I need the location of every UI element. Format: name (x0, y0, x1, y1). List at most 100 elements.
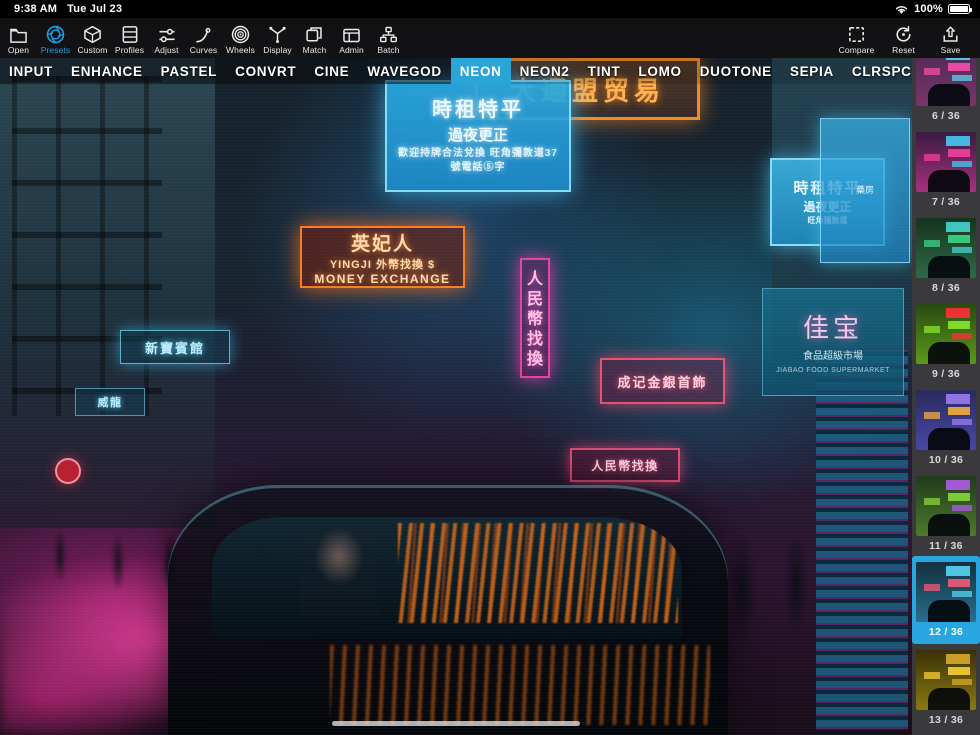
curve-icon (194, 24, 214, 44)
preset-tab-cine[interactable]: CINE (305, 58, 358, 84)
preset-tab-neon2[interactable]: NEON2 (511, 58, 579, 84)
filmstrip-thumbnail[interactable] (916, 476, 976, 536)
toolbar-label-adjust: Adjust (154, 46, 178, 55)
toolbar-label-profiles: Profiles (115, 46, 144, 55)
filmstrip-thumbnail[interactable] (916, 562, 976, 622)
toolbar-label-custom: Custom (78, 46, 108, 55)
toolbar-label-open: Open (8, 46, 29, 55)
filmstrip-thumbnail[interactable] (916, 58, 976, 106)
color-wheel-icon (231, 24, 250, 44)
preset-tab-clrspc[interactable]: CLRSPC (843, 58, 921, 84)
aperture-icon (46, 24, 65, 44)
preset-tab-bar: INPUTENHANCEPASTELCONVRTCINEWAVEGODNEONN… (0, 58, 912, 84)
toolbar-label-batch: Batch (377, 46, 399, 55)
battery-icon (948, 4, 970, 14)
toolbar-button-open[interactable]: Open (0, 22, 37, 55)
filmstrip-item[interactable]: 12 / 36 (912, 556, 980, 644)
toolbar-label-presets: Presets (41, 46, 71, 55)
status-time: 9:38 AM (14, 3, 57, 15)
toolbar-button-adjust[interactable]: Adjust (148, 22, 185, 55)
panel-layout-icon (342, 24, 361, 44)
filmstrip-thumbnail[interactable] (916, 390, 976, 450)
toolbar-label-admin: Admin (339, 46, 364, 55)
preset-tab-duotone[interactable]: DUOTONE (691, 58, 781, 84)
photo-grain-overlay (0, 58, 912, 735)
toolbar-label-save: Save (941, 46, 961, 55)
thumbnail-preview (916, 304, 976, 364)
status-bar-right: 100% (894, 3, 980, 15)
toolbar-button-curves[interactable]: Curves (185, 22, 222, 55)
reset-circle-icon (894, 24, 913, 44)
main-toolbar: Open Presets Custom Profiles (0, 18, 980, 58)
toolbar-button-custom[interactable]: Custom (74, 22, 111, 55)
toolbar-button-display[interactable]: Display (259, 22, 296, 55)
preset-tab-input[interactable]: INPUT (0, 58, 62, 84)
toolbar-button-save[interactable]: Save (927, 22, 974, 55)
status-date: Tue Jul 23 (67, 3, 122, 15)
filmstrip-item[interactable]: 11 / 36 (912, 470, 980, 556)
filmstrip-item[interactable]: 13 / 36 (912, 644, 980, 730)
thumbnail-preview (916, 132, 976, 192)
toolbar-left-group: Open Presets Custom Profiles (0, 22, 407, 55)
toolbar-label-reset: Reset (892, 46, 915, 55)
toolbar-label-wheels: Wheels (226, 46, 255, 55)
preset-filmstrip[interactable]: 6 / 36 7 / 368 / 36 9 / 36 10 / 3611 / 3612… (912, 58, 980, 735)
cube-icon (83, 24, 102, 44)
filmstrip-item[interactable]: 9 / 36 (912, 298, 980, 384)
filmstrip-thumbnail[interactable] (916, 218, 976, 278)
copy-shapes-icon (305, 24, 324, 44)
preset-tab-convrt[interactable]: CONVRT (226, 58, 305, 84)
thumbnail-preview (916, 58, 976, 106)
toolbar-label-match: Match (303, 46, 327, 55)
preset-tab-lomo[interactable]: LOMO (629, 58, 690, 84)
status-bar-left: 9:38 AM Tue Jul 23 (0, 3, 122, 15)
filmstrip-item[interactable]: 14 / 36 (912, 730, 980, 735)
filmstrip-item[interactable]: 8 / 36 (912, 212, 980, 298)
image-preview-canvas[interactable]: 大通盟贸易 時租特平 過夜更正 歡迎持牌合法兌換 旺角彌敦道37號電話⑤字 英妃… (0, 58, 912, 735)
sliders-icon (157, 24, 177, 44)
filmstrip-item[interactable]: 10 / 36 (912, 384, 980, 470)
filmstrip-counter-label: 10 / 36 (916, 450, 976, 470)
filmstrip-thumbnail[interactable] (916, 304, 976, 364)
filmstrip-thumbnail[interactable] (916, 650, 976, 710)
toolbar-right-group: Compare Reset Save (833, 22, 980, 55)
filmstrip-counter-label: 7 / 36 (916, 192, 976, 212)
toolbar-button-wheels[interactable]: Wheels (222, 22, 259, 55)
filmstrip-counter-label: 6 / 36 (916, 106, 976, 126)
edited-photo: 大通盟贸易 時租特平 過夜更正 歡迎持牌合法兌換 旺角彌敦道37號電話⑤字 英妃… (0, 58, 912, 735)
layers-list-icon (121, 24, 139, 44)
axes-icon (268, 24, 287, 44)
folder-icon (9, 24, 28, 44)
home-indicator[interactable] (332, 721, 580, 726)
preset-tab-sepia[interactable]: SEPIA (781, 58, 843, 84)
thumbnail-preview (916, 650, 976, 710)
toolbar-button-batch[interactable]: Batch (370, 22, 407, 55)
preset-tab-wavegod[interactable]: WAVEGOD (358, 58, 450, 84)
thumbnail-preview (916, 390, 976, 450)
toolbar-button-presets[interactable]: Presets (37, 22, 74, 55)
thumbnail-preview (916, 218, 976, 278)
toolbar-button-admin[interactable]: Admin (333, 22, 370, 55)
toolbar-label-curves: Curves (190, 46, 218, 55)
toolbar-button-compare[interactable]: Compare (833, 22, 880, 55)
status-bar: 9:38 AM Tue Jul 23 100% (0, 0, 980, 18)
filmstrip-item[interactable]: 7 / 36 (912, 126, 980, 212)
thumbnail-preview (916, 476, 976, 536)
filmstrip-item[interactable]: 6 / 36 (912, 58, 980, 126)
filmstrip-counter-label: 13 / 36 (916, 710, 976, 730)
filmstrip-thumbnail[interactable] (916, 132, 976, 192)
toolbar-button-reset[interactable]: Reset (880, 22, 927, 55)
app-window: 9:38 AM Tue Jul 23 100% Open (0, 0, 980, 735)
preset-tab-neon[interactable]: NEON (451, 58, 511, 84)
toolbar-button-match[interactable]: Match (296, 22, 333, 55)
share-upload-icon (941, 24, 960, 44)
preset-tab-pastel[interactable]: PASTEL (152, 58, 226, 84)
preset-tab-tint[interactable]: TINT (579, 58, 630, 84)
compare-square-icon (847, 24, 866, 44)
filmstrip-counter-label: 9 / 36 (916, 364, 976, 384)
preset-tab-enhance[interactable]: ENHANCE (62, 58, 152, 84)
toolbar-button-profiles[interactable]: Profiles (111, 22, 148, 55)
battery-percent-label: 100% (914, 3, 943, 15)
toolbar-label-compare: Compare (839, 46, 875, 55)
hierarchy-icon (379, 24, 398, 44)
